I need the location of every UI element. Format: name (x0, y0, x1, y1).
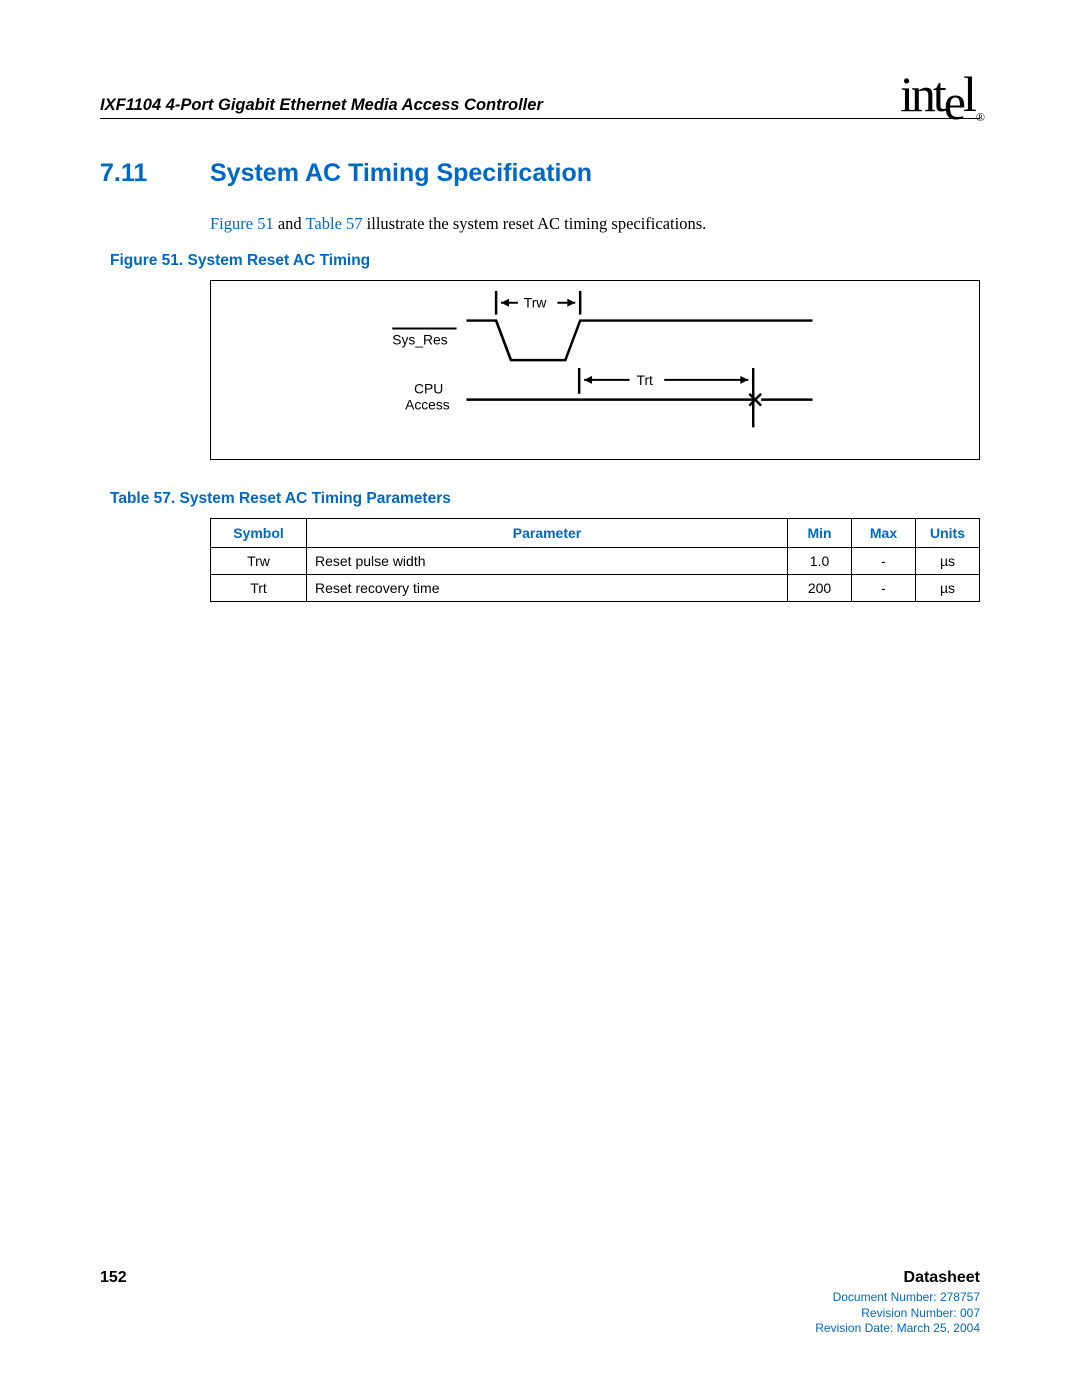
col-header-min: Min (788, 519, 852, 548)
cell-symbol: Trw (211, 548, 307, 575)
intel-logo: intel® (900, 65, 980, 123)
footer-revnum: Revision Number: 007 (100, 1306, 980, 1322)
footer-docnum: Document Number: 278757 (100, 1290, 980, 1306)
diagram-label-access: Access (405, 397, 450, 413)
page-footer: 152 Datasheet Document Number: 278757 Re… (100, 1269, 980, 1337)
figure-caption: Figure 51. System Reset AC Timing (110, 252, 980, 270)
col-header-parameter: Parameter (307, 519, 788, 548)
diagram-label-sysres: Sys_Res (392, 331, 447, 347)
table-header-row: Symbol Parameter Min Max Units (211, 519, 980, 548)
diagram-label-trw: Trw (524, 295, 548, 311)
document-title: IXF1104 4-Port Gigabit Ethernet Media Ac… (100, 96, 543, 115)
cell-max: - (852, 575, 916, 602)
timing-parameters-table: Symbol Parameter Min Max Units Trw Reset… (210, 518, 980, 602)
cell-parameter: Reset recovery time (307, 575, 788, 602)
col-header-units: Units (916, 519, 980, 548)
cell-max: - (852, 548, 916, 575)
cell-parameter: Reset pulse width (307, 548, 788, 575)
section-number: 7.11 (100, 159, 162, 188)
section-title: System AC Timing Specification (210, 159, 592, 188)
col-header-max: Max (852, 519, 916, 548)
table-reference-link[interactable]: Table 57 (306, 214, 363, 233)
footer-doc-type: Datasheet (904, 1269, 980, 1287)
intro-paragraph: Figure 51 and Table 57 illustrate the sy… (210, 214, 980, 234)
table-row: Trt Reset recovery time 200 - µs (211, 575, 980, 602)
cell-units: µs (916, 575, 980, 602)
footer-revdate: Revision Date: March 25, 2004 (100, 1321, 980, 1337)
cell-units: µs (916, 548, 980, 575)
page-header: IXF1104 4-Port Gigabit Ethernet Media Ac… (100, 65, 980, 119)
timing-diagram: Sys_Res Trw CPU Access Trt (210, 280, 980, 460)
col-header-symbol: Symbol (211, 519, 307, 548)
cell-min: 1.0 (788, 548, 852, 575)
cell-symbol: Trt (211, 575, 307, 602)
table-caption: Table 57. System Reset AC Timing Paramet… (110, 490, 980, 508)
cell-min: 200 (788, 575, 852, 602)
diagram-label-trt: Trt (637, 372, 654, 388)
diagram-label-cpu: CPU (414, 381, 443, 397)
figure-reference-link[interactable]: Figure 51 (210, 214, 274, 233)
table-row: Trw Reset pulse width 1.0 - µs (211, 548, 980, 575)
page-number: 152 (100, 1269, 127, 1287)
section-heading: 7.11 System AC Timing Specification (100, 159, 980, 188)
